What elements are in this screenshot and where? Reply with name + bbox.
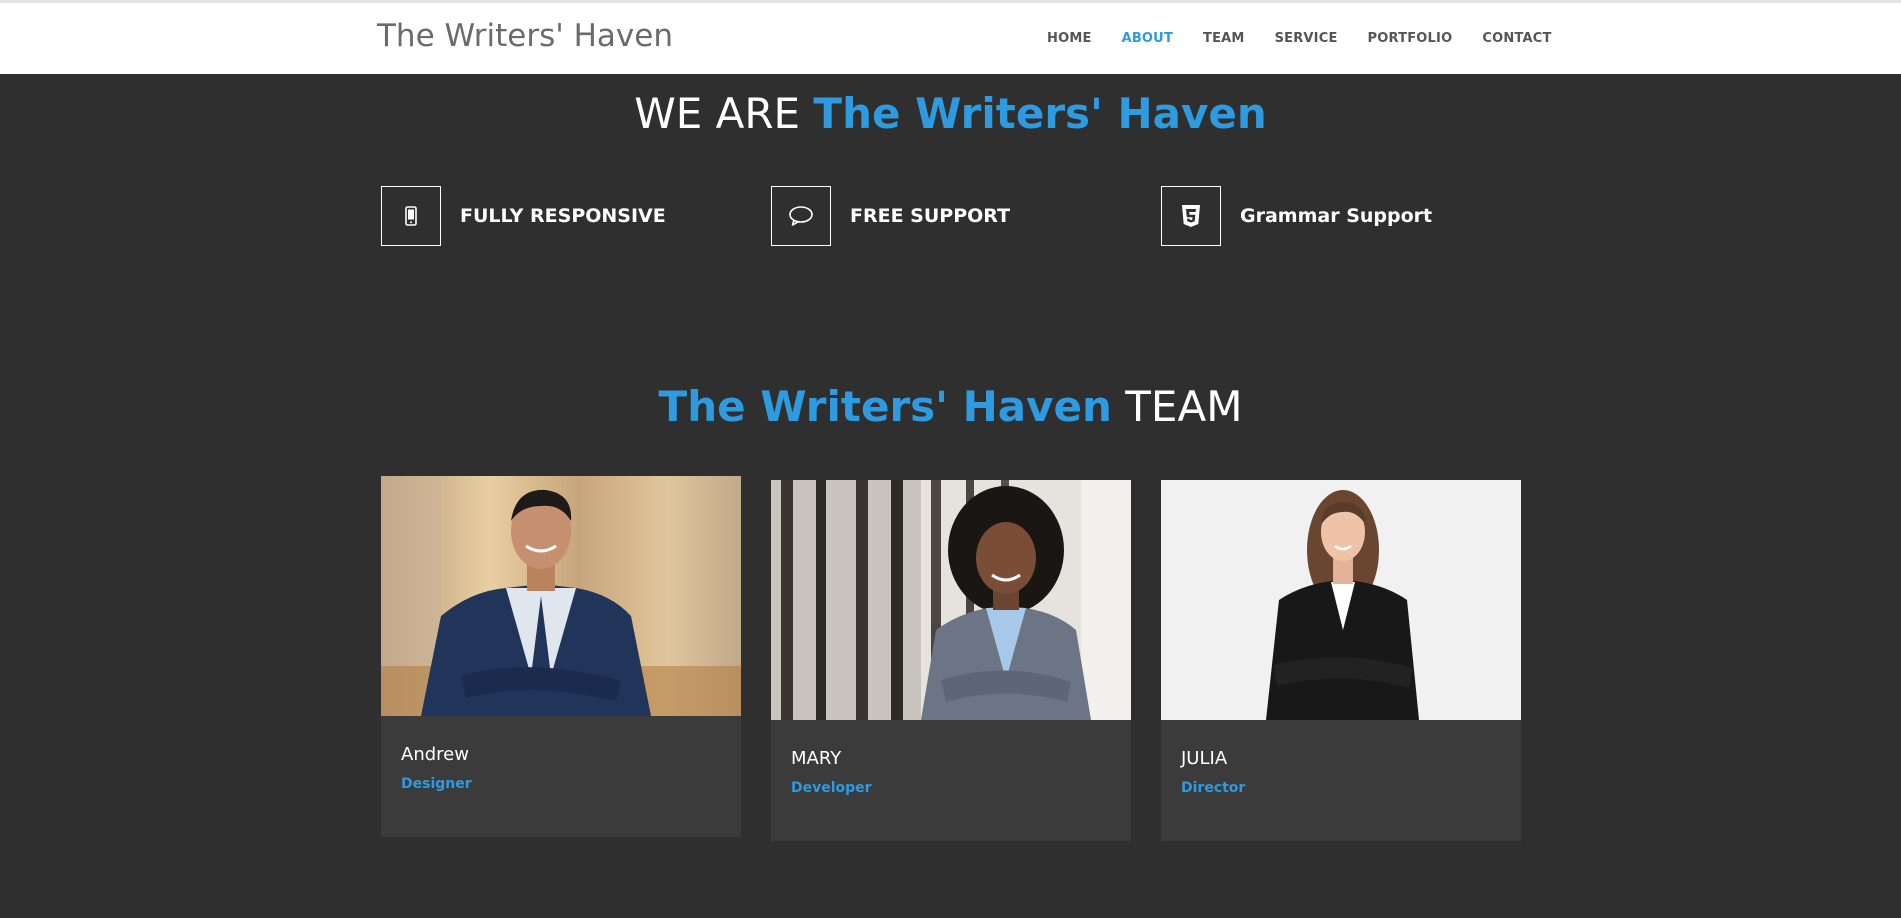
- main-nav: HOME ABOUT TEAM SERVICE PORTFOLIO CONTAC…: [1047, 31, 1552, 46]
- feature-grammar: Grammar Support: [1161, 186, 1432, 246]
- about-title-accent: The Writers' Haven: [813, 89, 1267, 138]
- man-in-navy-suit-photo: [381, 476, 741, 716]
- feature-icon-box[interactable]: [381, 186, 441, 246]
- nav-portfolio[interactable]: PORTFOLIO: [1368, 31, 1453, 46]
- member-name: Andrew: [401, 744, 469, 765]
- about-title: WE ARE The Writers' Haven: [0, 89, 1901, 138]
- woman-in-black-suit-photo: [1161, 480, 1521, 720]
- chat-bubble-icon: [789, 206, 813, 226]
- team-card-andrew[interactable]: Andrew Designer: [381, 476, 741, 837]
- team-title: The Writers' Haven TEAM: [0, 382, 1901, 431]
- feature-icon-box[interactable]: [771, 186, 831, 246]
- member-photo: [381, 476, 741, 716]
- team-title-suffix: TEAM: [1125, 382, 1243, 431]
- html5-icon: [1182, 205, 1200, 227]
- team-card-mary[interactable]: MARY Developer: [771, 480, 1131, 841]
- feature-icon-box[interactable]: [1161, 186, 1221, 246]
- nav-home[interactable]: HOME: [1047, 31, 1092, 46]
- about-title-prefix: WE ARE: [634, 89, 801, 138]
- feature-label: FULLY RESPONSIVE: [460, 205, 666, 227]
- mobile-icon: [405, 206, 417, 226]
- woman-in-grey-suit-photo: [771, 480, 1131, 720]
- feature-support: FREE SUPPORT: [771, 186, 1010, 246]
- brand-logo[interactable]: The Writers' Haven: [377, 18, 673, 54]
- member-photo: [771, 480, 1131, 720]
- feature-responsive: FULLY RESPONSIVE: [381, 186, 666, 246]
- member-name: MARY: [791, 748, 842, 769]
- member-photo: [1161, 480, 1521, 720]
- team-card-julia[interactable]: JULIA Director: [1161, 480, 1521, 841]
- member-role: Designer: [401, 776, 472, 792]
- navbar: The Writers' Haven HOME ABOUT TEAM SERVI…: [0, 3, 1901, 74]
- team-title-accent: The Writers' Haven: [658, 382, 1112, 431]
- nav-team[interactable]: TEAM: [1203, 31, 1245, 46]
- nav-about[interactable]: ABOUT: [1122, 31, 1173, 46]
- feature-label: Grammar Support: [1240, 205, 1433, 227]
- member-role: Developer: [791, 780, 872, 796]
- feature-label: FREE SUPPORT: [850, 205, 1011, 227]
- member-name: JULIA: [1181, 748, 1228, 769]
- nav-contact[interactable]: CONTACT: [1482, 31, 1551, 46]
- member-role: Director: [1181, 780, 1246, 796]
- nav-service[interactable]: SERVICE: [1275, 31, 1338, 46]
